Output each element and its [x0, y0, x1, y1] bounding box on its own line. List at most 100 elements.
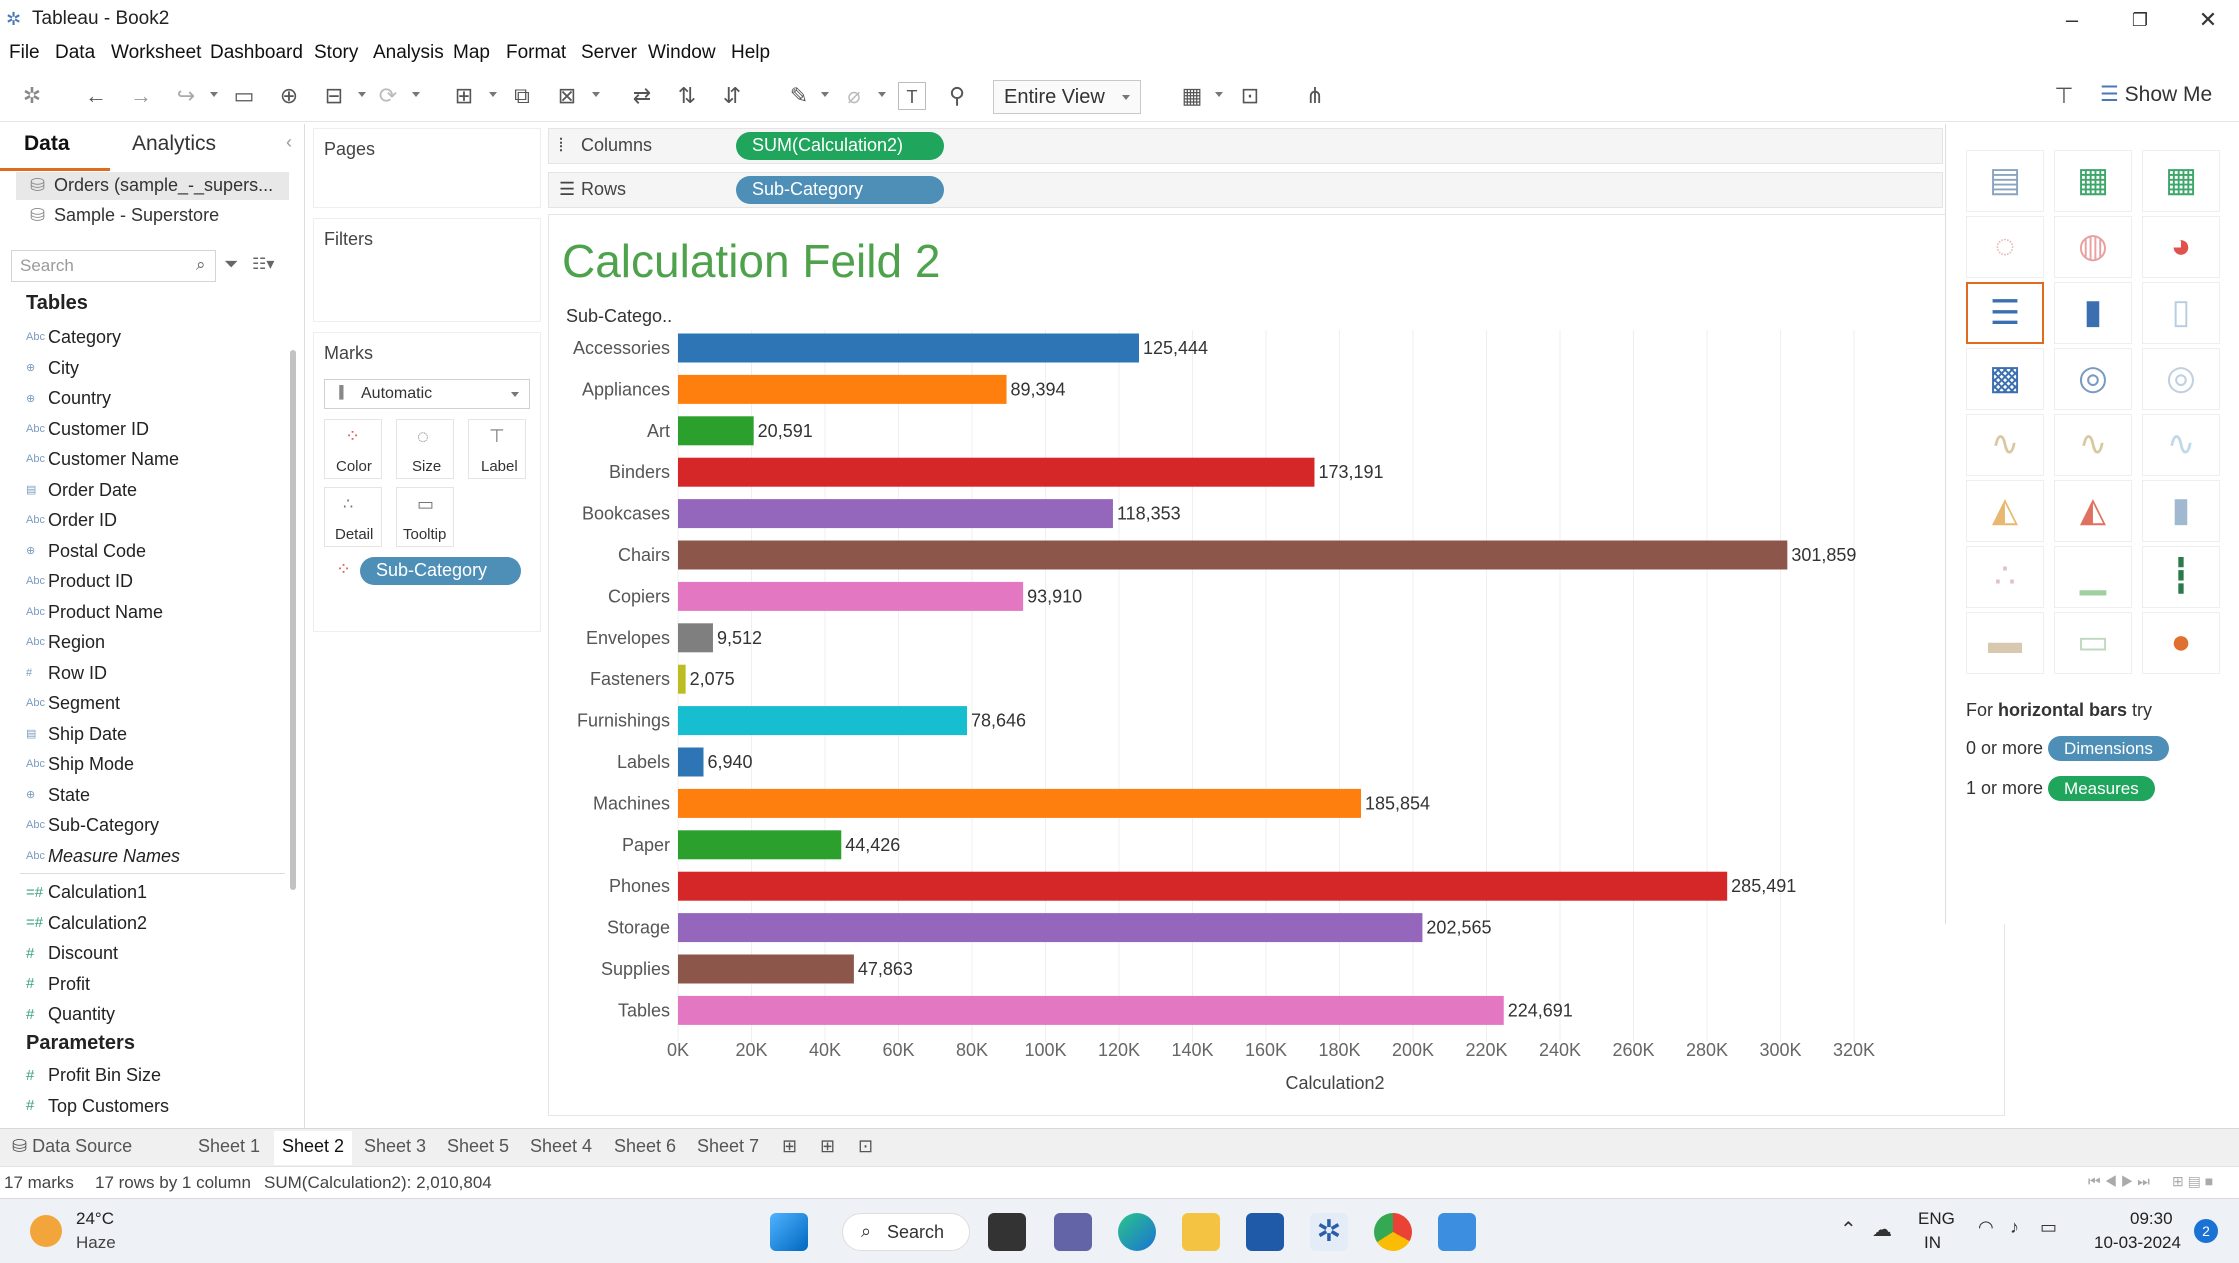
field-customer-name[interactable]: Abc Customer Name [26, 448, 179, 476]
color-button[interactable]: ⁘ Color [324, 419, 382, 479]
presentation-mode-icon[interactable]: ⊡ [1236, 82, 1264, 110]
task-view-icon[interactable] [988, 1213, 1026, 1251]
field-measure-names[interactable]: Abc Measure Names [26, 845, 180, 873]
pages-card[interactable]: Pages [313, 128, 541, 208]
rows-pill[interactable]: Sub-Category [736, 176, 944, 204]
field-city[interactable]: ⊕ City [26, 357, 79, 385]
new-worksheet-tab-icon[interactable]: ⊞ [782, 1136, 797, 1157]
menu-format[interactable]: Format [506, 42, 566, 64]
menu-worksheet[interactable]: Worksheet [111, 42, 201, 64]
field-category[interactable]: Abc Category [26, 326, 121, 354]
tab-sheet-4[interactable]: Sheet 4 [530, 1136, 592, 1157]
field-calculation1[interactable]: =# Calculation1 [26, 881, 147, 909]
sort-descending-icon[interactable]: ⇵ [718, 82, 746, 110]
menu-map[interactable]: Map [453, 42, 490, 64]
wifi-icon[interactable]: ◠ [1978, 1217, 1994, 1238]
show-me-dual-combination-icon[interactable]: ▮ [2142, 480, 2220, 542]
show-me-symbol-map-icon[interactable]: ◌ [1966, 216, 2044, 278]
refresh-icon[interactable]: ⟳ [374, 82, 402, 110]
menu-data[interactable]: Data [55, 42, 95, 64]
file-explorer-icon[interactable] [1182, 1213, 1220, 1251]
field-row-id[interactable]: # Row ID [26, 662, 107, 690]
group-dropdown-icon[interactable] [878, 92, 886, 97]
new-dashboard-tab-icon[interactable]: ⊞ [820, 1136, 835, 1157]
field-quantity[interactable]: # Quantity [26, 1003, 115, 1031]
menu-analysis[interactable]: Analysis [373, 42, 444, 64]
share-icon[interactable]: ⋔ [1301, 82, 1329, 110]
show-me-filled-map-icon[interactable]: ◍ [2054, 216, 2132, 278]
show-me-circle-views-icon[interactable]: ◎ [2054, 348, 2132, 410]
field-product-name[interactable]: Abc Product Name [26, 601, 163, 629]
undo-icon[interactable]: ← [82, 82, 110, 110]
show-me-treemap-icon[interactable]: ▩ [1966, 348, 2044, 410]
tableau-taskbar-icon[interactable]: ✲ [1310, 1213, 1348, 1251]
field-list-scrollbar[interactable] [290, 350, 296, 890]
show-me-side-by-side-circles-icon[interactable]: ◎ [2142, 348, 2220, 410]
show-me-highlight-table-icon[interactable]: ▦ [2142, 150, 2220, 212]
tooltip-button[interactable]: ▭ Tooltip [396, 487, 454, 547]
menu-help[interactable]: Help [731, 42, 770, 64]
onedrive-icon[interactable]: ☁ [1872, 1217, 1892, 1242]
show-me-packed-bubbles-icon[interactable]: ● [2142, 612, 2220, 674]
datasource-item-superstore[interactable]: ⛁ Sample - Superstore [16, 202, 289, 230]
field-product-id[interactable]: Abc Product ID [26, 570, 133, 598]
tab-sheet-1[interactable]: Sheet 1 [198, 1136, 260, 1157]
start-icon[interactable] [770, 1213, 808, 1251]
new-story-tab-icon[interactable]: ⊡ [858, 1136, 873, 1157]
duplicate-sheet-icon[interactable]: ⧉ [508, 82, 536, 110]
field-calculation2[interactable]: =# Calculation2 [26, 912, 147, 940]
field-ship-date[interactable]: ▤ Ship Date [26, 723, 127, 751]
detail-button[interactable]: ∴ Detail [324, 487, 382, 547]
redo-icon[interactable]: → [127, 82, 155, 110]
show-me-box-and-whisker-icon[interactable]: ┇ [2142, 546, 2220, 608]
field-discount[interactable]: # Discount [26, 942, 118, 970]
parameter-top-customers[interactable]: # Top Customers [26, 1095, 169, 1123]
show-me-scatter-plot-icon[interactable]: ∴ [1966, 546, 2044, 608]
pause-updates-icon[interactable]: ⊟ [320, 82, 348, 110]
sort-ascending-icon[interactable]: ⇅ [673, 82, 701, 110]
show-me-histogram-icon[interactable]: ▁ [2054, 546, 2132, 608]
tab-sheet-3[interactable]: Sheet 3 [364, 1136, 426, 1157]
menu-story[interactable]: Story [314, 42, 358, 64]
field-profit[interactable]: # Profit [26, 973, 90, 1001]
field-ship-mode[interactable]: Abc Ship Mode [26, 753, 134, 781]
clock-time[interactable]: 09:30 [2130, 1209, 2173, 1229]
show-me-discrete-lines-icon[interactable]: ∿ [2054, 414, 2132, 476]
highlight-icon[interactable]: ✎ [785, 82, 813, 110]
show-hidden-icons[interactable]: ⌃ [1840, 1217, 1857, 1242]
clock-date[interactable]: 10-03-2024 [2094, 1233, 2181, 1253]
show-cards-dropdown-icon[interactable] [1215, 92, 1223, 97]
clear-sheet-icon[interactable]: ⊠ [553, 82, 581, 110]
fit-select[interactable]: Entire View [993, 80, 1141, 114]
show-me-continuous-lines-icon[interactable]: ∿ [1966, 414, 2044, 476]
menu-dashboard[interactable]: Dashboard [210, 42, 303, 64]
tab-sheet-2[interactable]: Sheet 2 [274, 1131, 353, 1165]
view-mode-icons[interactable]: ⊞ ▤ ■ [2172, 1173, 2213, 1190]
clear-dropdown-icon[interactable] [592, 92, 600, 97]
show-cards-icon[interactable]: ▦ [1178, 82, 1206, 110]
show-me-horizontal-bars-icon[interactable]: ☰ [1966, 282, 2044, 344]
show-me-bullet-graph-icon[interactable]: ▭ [2054, 612, 2132, 674]
show-me-button[interactable]: ☰ Show Me [2100, 82, 2212, 107]
menu-file[interactable]: File [9, 42, 40, 64]
filters-card[interactable]: Filters [313, 218, 541, 322]
mark-type-select[interactable]: ▐ Automatic [324, 379, 530, 409]
lang-secondary[interactable]: IN [1924, 1233, 1941, 1253]
show-me-area-discrete-icon[interactable]: ◭ [2054, 480, 2132, 542]
show-me-area-continuous-icon[interactable]: ◭ [1966, 480, 2044, 542]
show-me-text-table-icon[interactable]: ▤ [1966, 150, 2044, 212]
show-me-gantt-chart-icon[interactable]: ▬ [1966, 612, 2044, 674]
view-options-icon[interactable]: ☷▾ [252, 254, 274, 274]
show-me-heat-map-icon[interactable]: ▦ [2054, 150, 2132, 212]
show-mark-labels-icon[interactable]: T [898, 82, 926, 110]
field-customer-id[interactable]: Abc Customer ID [26, 418, 149, 446]
photos-icon[interactable] [1438, 1213, 1476, 1251]
field-postal-code[interactable]: ⊕ Postal Code [26, 540, 146, 568]
filter-icon[interactable]: ⏷ [224, 254, 238, 275]
lang-primary[interactable]: ENG [1918, 1209, 1955, 1229]
field-state[interactable]: ⊕ State [26, 784, 90, 812]
columns-pill[interactable]: SUM(Calculation2) [736, 132, 944, 160]
highlight-dropdown-icon[interactable] [821, 92, 829, 97]
minimize-button[interactable]: – [2042, 4, 2102, 36]
replay-icon[interactable]: ↪ [172, 82, 200, 110]
